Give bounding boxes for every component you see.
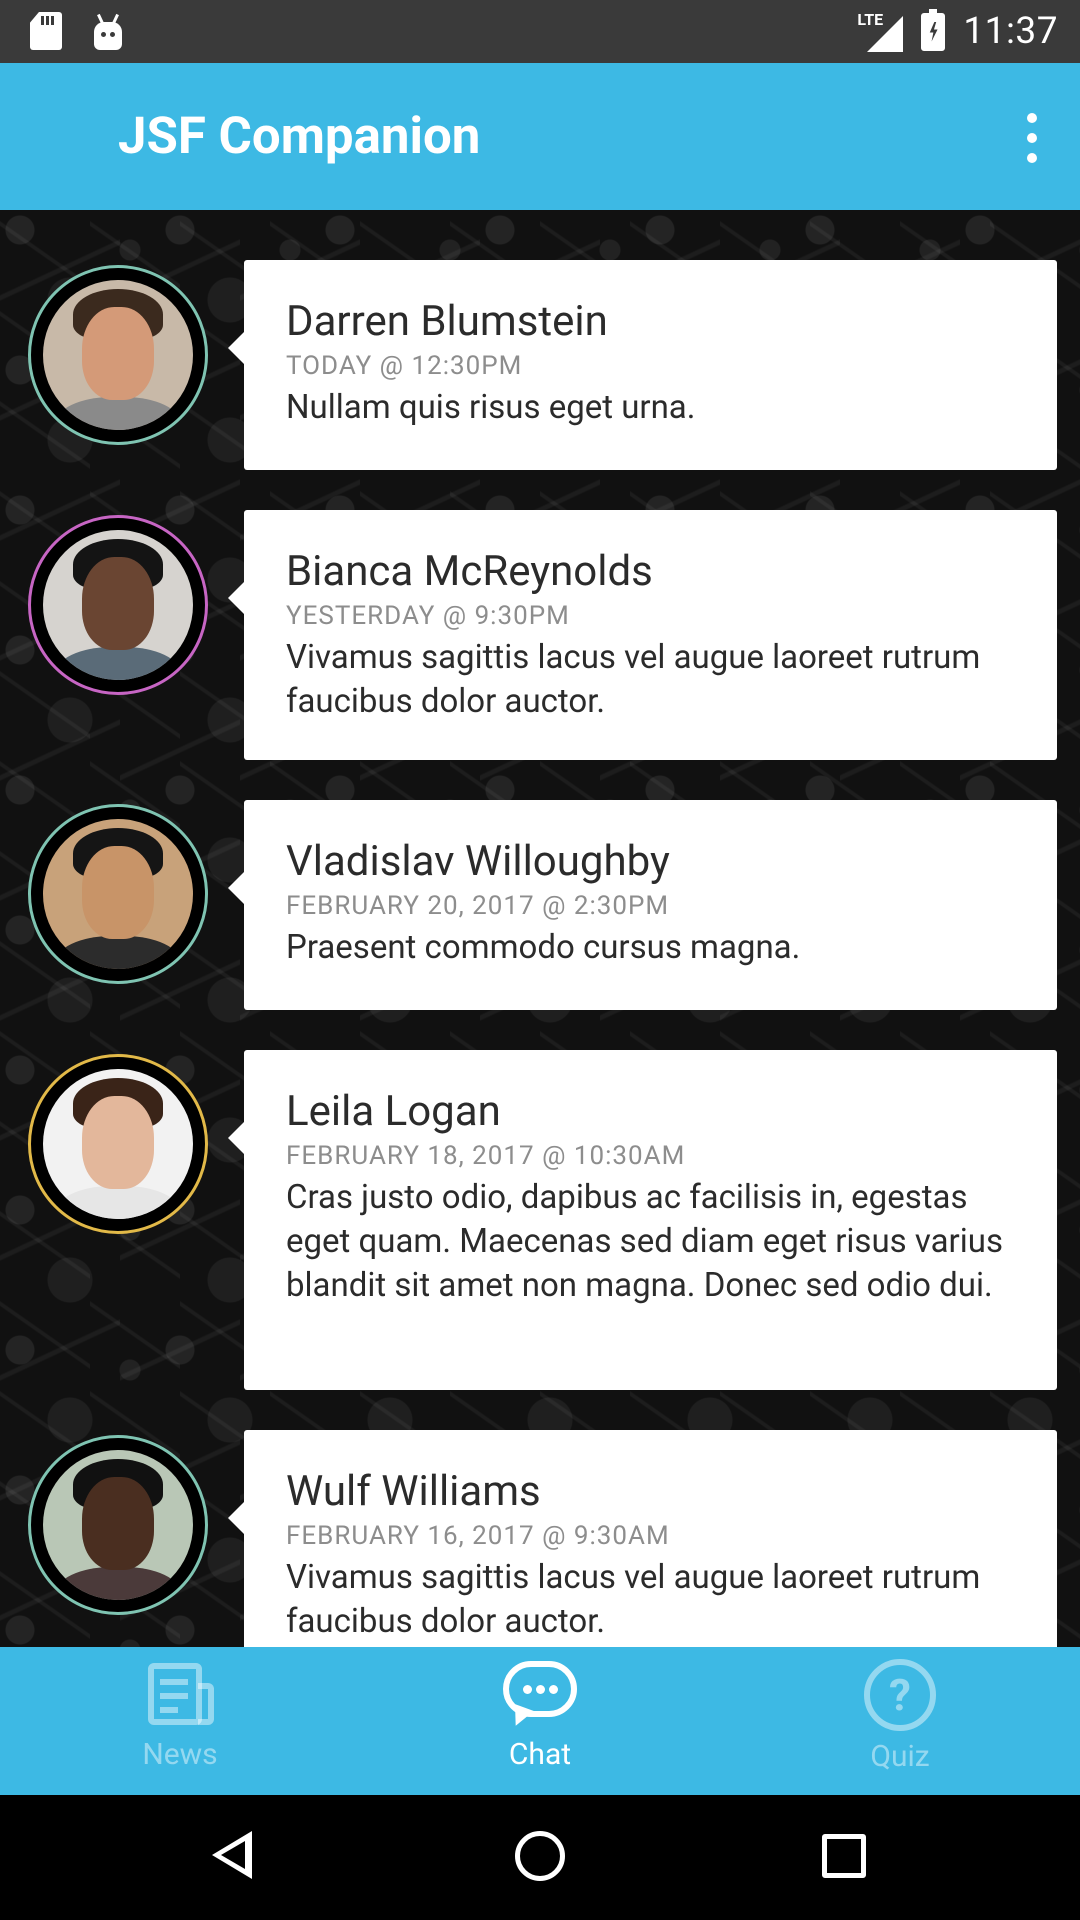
sender-name: Bianca McReynolds [286,547,653,596]
avatar [28,515,208,695]
chat-bubble-icon [501,1659,579,1730]
system-navigation-bar [0,1795,1080,1920]
chat-list[interactable]: Darren Blumstein TODAY @ 12:30PM Nullam … [0,210,1080,1647]
message-timestamp: YESTERDAY @ 9:30PM [286,601,570,631]
question-circle-icon: ? [864,1659,936,1731]
overflow-menu-icon[interactable] [1012,113,1052,163]
message-text: Praesent commodo cursus magna. [286,928,801,967]
message-text: Nullam quis risus eget urna. [286,388,696,427]
message-timestamp: FEBRUARY 18, 2017 @ 10:30AM [286,1141,686,1171]
sender-name: Vladislav Willoughby [286,837,670,886]
sender-name: Wulf Williams [286,1467,541,1516]
sender-name: Leila Logan [286,1087,501,1136]
tab-news[interactable]: News [0,1647,360,1795]
tab-label: Quiz [870,1739,930,1774]
network-type-label: LTE [857,9,884,29]
avatar [28,1435,208,1615]
tab-quiz[interactable]: ? Quiz [720,1647,1080,1795]
avatar [28,265,208,445]
tab-label: News [142,1737,218,1772]
status-clock: 11:37 [963,10,1058,53]
message-bubble[interactable]: Wulf Williams FEBRUARY 16, 2017 @ 9:30AM… [228,1430,1057,1647]
message-bubble[interactable]: Leila Logan FEBRUARY 18, 2017 @ 10:30AM … [228,1050,1057,1390]
cell-signal-icon: LTE [857,9,904,52]
battery-charging-icon [921,8,946,51]
message-timestamp: FEBRUARY 20, 2017 @ 2:30PM [286,891,670,921]
android-debug-icon [92,12,124,50]
sender-name: Darren Blumstein [286,297,608,346]
back-icon[interactable] [212,1831,252,1879]
sd-card-icon [30,12,62,50]
avatar [28,804,208,984]
message-bubble[interactable]: Darren Blumstein TODAY @ 12:30PM Nullam … [228,260,1057,470]
avatar [28,1054,208,1234]
message-bubble[interactable]: Bianca McReynolds YESTERDAY @ 9:30PM Viv… [228,510,1057,760]
message-text: Vivamus sagittis lacus vel augue laoreet… [286,638,981,721]
message-timestamp: TODAY @ 12:30PM [286,351,523,381]
home-icon[interactable] [515,1831,565,1881]
app-title: JSF Companion [118,107,481,166]
app-bar: JSF Companion [0,63,1080,210]
tab-label: Chat [508,1737,572,1772]
message-timestamp: FEBRUARY 16, 2017 @ 9:30AM [286,1521,670,1551]
bottom-navigation: News Chat ? Quiz [0,1647,1080,1795]
message-text: Cras justo odio, dapibus ac facilisis in… [286,1178,1003,1305]
status-bar: LTE 11:37 [0,0,1080,63]
newspaper-icon [144,1659,216,1729]
recent-apps-icon[interactable] [822,1834,866,1878]
message-bubble[interactable]: Vladislav Willoughby FEBRUARY 20, 2017 @… [228,800,1057,1010]
message-text: Vivamus sagittis lacus vel augue laoreet… [286,1558,981,1641]
tab-chat[interactable]: Chat [360,1647,720,1795]
